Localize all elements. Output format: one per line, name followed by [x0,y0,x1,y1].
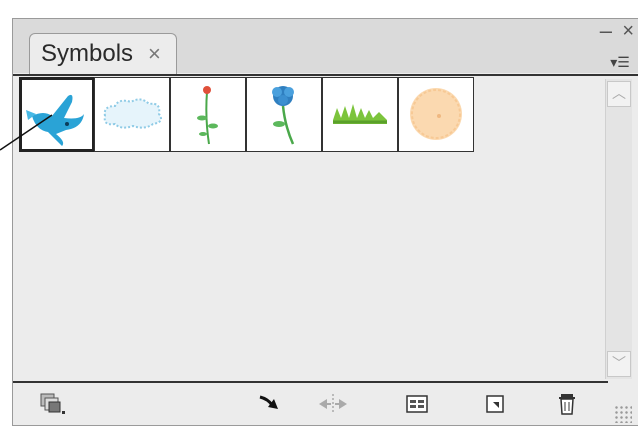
symbol-swatch-grass[interactable] [322,77,398,152]
scroll-up-button[interactable]: ︿ [607,81,631,107]
symbol-libraries-button[interactable] [37,389,69,419]
resize-grip[interactable] [614,405,632,423]
peach-dot-icon [410,88,462,140]
symbol-swatch-cloud[interactable] [94,77,170,152]
blue-flower-icon [272,86,295,145]
tab-symbols[interactable]: Symbols × [29,33,177,75]
break-link-icon [319,394,347,414]
delete-symbol-button[interactable] [551,389,583,419]
break-link-button[interactable] [317,389,349,419]
bird-icon [26,94,84,146]
symbols-panel: – × Symbols × ▾☰ ︿ ﹀ [12,18,638,426]
collapse-button[interactable]: – [600,20,612,42]
new-symbol-button[interactable] [479,389,511,419]
red-flower-icon [197,86,218,145]
tab-close-icon[interactable]: × [148,41,161,67]
cloud-icon [103,98,162,129]
place-symbol-instance-icon [259,395,278,409]
delete-symbol-icon [559,394,575,415]
panel-titlebar: – × Symbols × ▾☰ [13,19,638,75]
divider [13,74,638,76]
panel-toolbar [13,383,638,427]
symbols-grid [19,77,599,377]
tab-label: Symbols [41,40,134,67]
place-symbol-button[interactable] [255,389,287,419]
new-symbol-icon [486,395,504,413]
scroll-down-button[interactable]: ﹀ [607,351,631,377]
vertical-scrollbar[interactable]: ︿ ﹀ [605,79,632,379]
close-panel-button[interactable]: × [622,21,634,41]
panel-menu-button[interactable]: ▾☰ [608,53,632,71]
symbol-swatch-blue-flower[interactable] [246,77,322,152]
grass-icon [333,104,387,124]
symbol-options-icon [406,395,428,413]
symbol-swatch-bird[interactable] [19,77,95,152]
symbol-swatch-red-flower[interactable] [170,77,246,152]
symbol-swatch-dot[interactable] [398,77,474,152]
symbol-options-button[interactable] [401,389,433,419]
symbol-libraries-menu-icon [40,393,65,414]
